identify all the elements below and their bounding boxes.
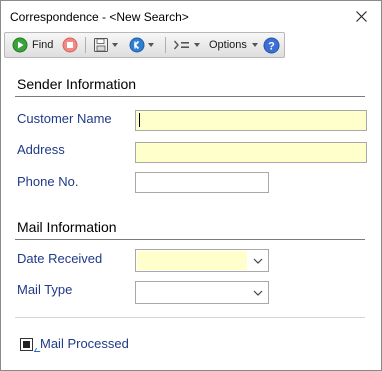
floppy-disk-icon	[94, 38, 108, 52]
mail-processed-label[interactable]: Mail Processed	[40, 336, 129, 351]
svg-text:?: ?	[268, 40, 275, 52]
stop-button[interactable]	[62, 33, 78, 57]
title-bar: Correspondence - <New Search>	[1, 1, 381, 32]
save-button[interactable]	[93, 33, 118, 57]
mail-section-title: Mail Information	[17, 219, 117, 235]
insert-field-button[interactable]	[173, 33, 200, 57]
sender-section-rule	[15, 96, 365, 97]
mail-type-dropdown-button[interactable]	[248, 282, 268, 303]
checkbox-mark	[23, 341, 30, 348]
toolbar-separator	[85, 37, 86, 53]
date-received-label: Date Received	[17, 251, 103, 266]
back-circle-icon	[129, 37, 145, 53]
address-label: Address	[17, 142, 65, 157]
options-label: Options	[209, 39, 247, 51]
chevron-down-icon	[253, 290, 263, 296]
back-dropdown-caret[interactable]	[148, 43, 154, 47]
save-dropdown-caret[interactable]	[112, 43, 118, 47]
find-label: Find	[32, 39, 54, 51]
stop-circle-icon	[62, 37, 78, 53]
form-divider	[15, 317, 365, 318]
options-dropdown-caret	[251, 43, 258, 47]
play-circle-icon	[12, 37, 28, 53]
text-cursor	[139, 113, 140, 127]
search-form: Sender Information Customer Name Address…	[1, 59, 381, 371]
phone-label: Phone No.	[17, 174, 79, 189]
toolbar: Find Options ?	[4, 32, 285, 58]
mail-section-rule	[15, 239, 365, 240]
mail-processed-checkbox[interactable]	[20, 338, 33, 351]
close-icon	[355, 11, 367, 22]
date-received-dropdown-button[interactable]	[248, 250, 268, 271]
toolbar-separator	[165, 37, 166, 53]
correspondence-window: Correspondence - <New Search> Find Optio…	[0, 0, 382, 371]
options-menu[interactable]: Options	[209, 33, 258, 57]
date-received-value	[137, 251, 247, 270]
help-circle-icon: ?	[263, 37, 280, 53]
insert-field-icon	[173, 40, 189, 50]
insert-dropdown-caret[interactable]	[194, 43, 200, 47]
help-button[interactable]: ?	[263, 33, 280, 57]
customer-name-wrapper	[135, 110, 367, 131]
phone-input[interactable]	[135, 172, 269, 193]
mail-type-dropdown[interactable]	[135, 281, 269, 304]
close-button[interactable]	[341, 1, 381, 32]
chevron-down-icon	[253, 258, 263, 264]
mail-type-label: Mail Type	[17, 282, 73, 297]
sender-section-title: Sender Information	[17, 76, 137, 92]
customer-name-label: Customer Name	[17, 111, 112, 126]
customer-name-input[interactable]	[135, 110, 367, 131]
mail-type-value	[137, 283, 247, 302]
address-input[interactable]	[135, 142, 367, 163]
window-title: Correspondence - <New Search>	[10, 10, 189, 24]
find-button[interactable]: Find	[12, 33, 53, 57]
back-button[interactable]	[129, 33, 154, 57]
date-received-dropdown[interactable]	[135, 249, 269, 272]
